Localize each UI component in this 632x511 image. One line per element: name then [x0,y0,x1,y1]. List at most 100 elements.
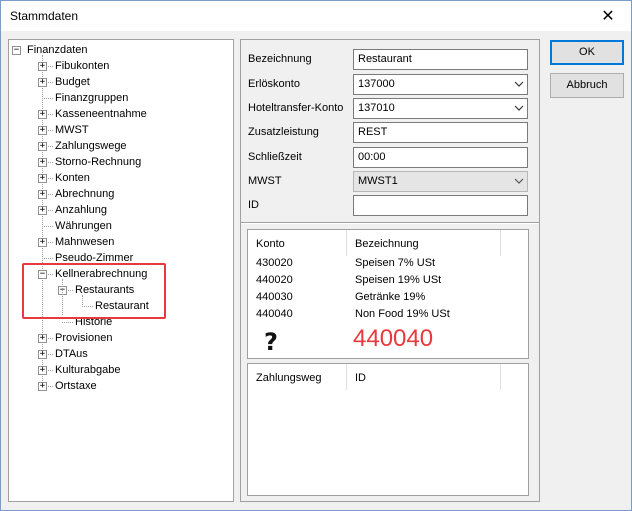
close-button[interactable]: ✕ [585,1,631,31]
tree-connector [62,322,73,323]
tree-connector [48,162,53,163]
expand-icon[interactable]: + [38,126,47,135]
tree-item-label: Budget [55,76,90,88]
close-icon: ✕ [601,8,615,25]
missing-konto-annotation: 440040 [353,325,434,352]
tree-item-label: Kulturabgabe [55,364,121,376]
zusatzleistung-label: Zusatzleistung [248,126,319,138]
expand-icon[interactable]: + [38,334,47,343]
expand-icon[interactable]: + [38,350,47,359]
expand-icon[interactable]: + [38,62,47,71]
zahlungsweg-list[interactable]: Zahlungsweg ID [247,363,529,496]
konto-cell: 440020 [256,274,293,286]
expand-icon[interactable]: + [38,206,47,215]
erloeskonto-label: Erlöskonto [248,78,300,90]
column-header-id[interactable]: ID [355,372,366,384]
tree-connector [42,226,53,227]
tree-item-label: Provisionen [55,332,113,344]
expand-icon[interactable]: + [38,190,47,199]
tree-connector [48,66,53,67]
tree-item-label: Anzahlung [55,204,107,216]
table-row[interactable]: 440030 Getränke 19% [248,289,528,306]
column-separator[interactable] [500,364,501,390]
tree-connector [42,258,53,259]
bezeichnung-cell: Getränke 19% [355,291,426,303]
bezeichnung-cell: Non Food 19% USt [355,308,450,320]
tree-connector [48,354,53,355]
expand-icon[interactable]: + [38,78,47,87]
mwst-label: MWST [248,175,282,187]
tree-connector [48,130,53,131]
hoteltransfer-label: Hoteltransfer-Konto [248,102,344,114]
tree-connector [48,210,53,211]
ok-button[interactable]: OK [550,40,624,65]
tree-item-label: Kasseneentnahme [55,108,147,120]
table-row[interactable]: 440040 Non Food 19% USt [248,306,528,323]
bezeichnung-cell: Speisen 19% USt [355,274,442,286]
expand-icon[interactable]: + [38,142,47,151]
column-separator[interactable] [346,230,347,256]
mwst-select[interactable]: MWST1 [353,171,528,192]
tree-item-label: Abrechnung [55,188,115,200]
tree-connector [42,98,53,99]
window-title: Stammdaten [10,9,79,23]
tree-connector [48,338,53,339]
title-bar: Stammdaten ✕ [1,1,631,31]
zusatzleistung-field[interactable]: REST [353,122,528,143]
tree-connector [48,386,53,387]
column-separator[interactable] [346,364,347,390]
tree-item-label: Mahnwesen [55,236,115,248]
column-header-zahlungsweg[interactable]: Zahlungsweg [256,372,321,384]
highlight-annotation-box [22,263,166,319]
konto-cell: 440040 [256,308,293,320]
column-header-konto[interactable]: Konto [256,238,285,250]
konto-cell: 430020 [256,257,293,269]
tree-item-label: Finanzdaten [27,44,88,56]
column-separator[interactable] [500,230,501,256]
abbruch-button[interactable]: Abbruch [550,73,624,98]
table-row[interactable]: 430020 Speisen 7% USt [248,255,528,272]
erloeskonto-value: 137000 [358,78,395,90]
erloeskonto-select[interactable]: 137000 [353,74,528,95]
tree-connector [48,194,53,195]
tree-connector [48,114,53,115]
id-label: ID [248,199,259,211]
tree-item-label: Storno-Rechnung [55,156,142,168]
expand-icon[interactable]: + [38,110,47,119]
tree-connector [48,242,53,243]
tree-connector [48,178,53,179]
expand-icon[interactable]: + [38,366,47,375]
collapse-icon[interactable]: − [12,46,21,55]
expand-icon[interactable]: + [38,174,47,183]
tree-connector [48,82,53,83]
chevron-down-icon [514,81,524,87]
separator [241,222,539,224]
tree-connector [48,146,53,147]
tree-item-label: Währungen [55,220,112,232]
expand-icon[interactable]: + [38,158,47,167]
chevron-down-icon [514,178,524,184]
mwst-value: MWST1 [358,175,398,187]
hoteltransfer-select[interactable]: 137010 [353,98,528,119]
tree-item-label: Ortstaxe [55,380,97,392]
table-row[interactable]: 440020 Speisen 19% USt [248,272,528,289]
schliesszeit-field[interactable]: 00:00 [353,147,528,168]
tree-item-label: Konten [55,172,90,184]
tree-item-label: Finanzgruppen [55,92,129,104]
tree-connector [48,370,53,371]
tree-item-label: Zahlungswege [55,140,127,152]
tree-item-label: MWST [55,124,89,136]
konto-cell: 440030 [256,291,293,303]
tree-item-label: Fibukonten [55,60,110,72]
column-header-bezeichnung[interactable]: Bezeichnung [355,238,419,250]
expand-icon[interactable]: + [38,382,47,391]
question-mark-annotation: ? [264,328,278,356]
expand-icon[interactable]: + [38,238,47,247]
schliesszeit-label: Schließzeit [248,151,302,163]
bezeichnung-cell: Speisen 7% USt [355,257,436,269]
id-field[interactable] [353,195,528,216]
tree-item-label: DTAus [55,348,88,360]
bezeichnung-label: Bezeichnung [248,53,312,65]
chevron-down-icon [514,105,524,111]
bezeichnung-field[interactable]: Restaurant [353,49,528,70]
